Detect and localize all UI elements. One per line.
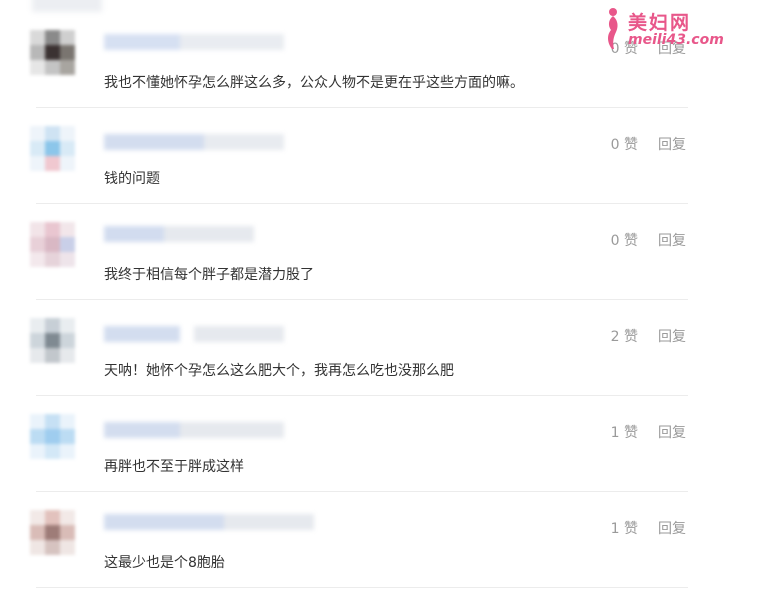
woman-silhouette-icon: [608, 8, 618, 49]
like-count[interactable]: 0 赞: [611, 134, 638, 154]
username-blurred[interactable]: [104, 422, 284, 438]
comment-text: 我也不懂她怀孕怎么胖这么多，公众人物不是更在乎这些方面的嘛。: [104, 75, 524, 91]
comment-item: 0 赞 回复 钱的问题: [0, 108, 772, 204]
user-avatar[interactable]: [30, 30, 76, 76]
username-blurred[interactable]: [104, 514, 314, 530]
comment-text: 钱的问题: [104, 171, 160, 187]
username-blurred[interactable]: [104, 134, 284, 150]
user-avatar[interactable]: [30, 414, 76, 460]
username-blurred[interactable]: [104, 34, 284, 50]
user-avatar[interactable]: [30, 510, 76, 556]
watermark-url: meili43.com: [628, 32, 724, 48]
reply-button[interactable]: 回复: [658, 518, 686, 538]
comment-text: 天呐！她怀个孕怎么这么肥大个，我再怎么吃也没那么肥: [104, 363, 454, 379]
comment-text: 这最少也是个8胞胎: [104, 555, 225, 571]
comment-text: 再胖也不至于胖成这样: [104, 459, 244, 475]
username-blurred[interactable]: [104, 226, 254, 242]
site-watermark: 美妇网 meili43.com: [600, 4, 730, 52]
comment-item: 1 赞 回复 再胖也不至于胖成这样: [0, 396, 772, 492]
like-count[interactable]: 1 赞: [611, 518, 638, 538]
reply-button[interactable]: 回复: [658, 326, 686, 346]
username-blurred[interactable]: [104, 326, 284, 342]
reply-button[interactable]: 回复: [658, 134, 686, 154]
comment-item: 1 赞 回复 这最少也是个8胞胎: [0, 492, 772, 588]
divider: [36, 587, 688, 588]
comment-item: 0 赞 回复 我终于相信每个胖子都是潜力股了: [0, 204, 772, 300]
comment-item: 2 赞 回复 天呐！她怀个孕怎么这么肥大个，我再怎么吃也没那么肥: [0, 300, 772, 396]
user-avatar[interactable]: [30, 222, 76, 268]
like-count[interactable]: 0 赞: [611, 230, 638, 250]
like-count[interactable]: 1 赞: [611, 422, 638, 442]
watermark-title: 美妇网: [628, 12, 692, 34]
user-avatar[interactable]: [30, 126, 76, 172]
reply-button[interactable]: 回复: [658, 422, 686, 442]
comment-text: 我终于相信每个胖子都是潜力股了: [104, 267, 314, 283]
like-count[interactable]: 2 赞: [611, 326, 638, 346]
user-avatar[interactable]: [30, 318, 76, 364]
reply-button[interactable]: 回复: [658, 230, 686, 250]
previous-comment-fade: [32, 0, 102, 12]
